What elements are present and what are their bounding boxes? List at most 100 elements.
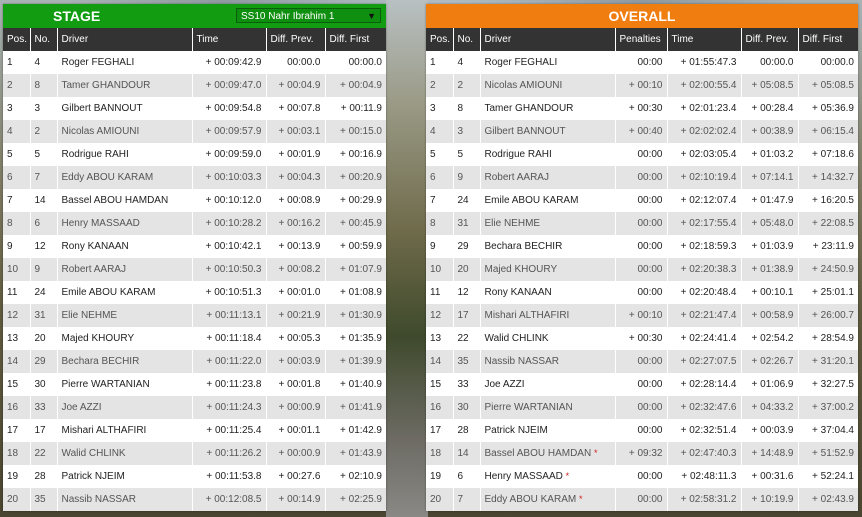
driver-name-cell: Robert AARAJ	[57, 258, 193, 281]
time-cell: + 02:32:47.6	[667, 396, 742, 419]
position-cell: 13	[3, 327, 31, 350]
table-row: 3 8 Tamer GHANDOUR + 00:30 + 02:01:23.4 + 00:…	[426, 97, 858, 120]
time-cell: + 02:02:02.4	[667, 120, 742, 143]
col-pos[interactable]: Pos.	[426, 28, 454, 51]
penalties-cell: + 00:10	[615, 74, 668, 97]
penalties-cell: + 00:30	[615, 327, 668, 350]
diff-first-cell: + 37:00.2	[798, 396, 858, 419]
diff-first-cell: + 01:08.9	[325, 281, 386, 304]
table-row: 12 17 Mishari ALTHAFIRI + 00:10 + 02:21:47.4…	[426, 304, 858, 327]
position-cell: 8	[426, 212, 454, 235]
position-cell: 11	[426, 281, 454, 304]
diff-first-cell: + 05:08.5	[798, 74, 858, 97]
diff-prev-cell: + 00:04.9	[266, 74, 326, 97]
diff-prev-cell: + 00:01.8	[266, 373, 326, 396]
driver-name: Eddy ABOU KARAM	[484, 494, 577, 505]
col-no[interactable]: No.	[453, 28, 481, 51]
driver-name: Robert AARAJ	[484, 172, 549, 183]
diff-prev-cell: + 00:21.9	[266, 304, 326, 327]
time-cell: + 00:10:42.1	[192, 235, 267, 258]
stage-header: STAGE SS10 Nahr Ibrahim 1 ▼	[3, 4, 386, 28]
diff-first-cell: + 23:11.9	[798, 235, 858, 258]
col-penalties[interactable]: Penalties	[615, 28, 668, 51]
penalties-cell: + 00:40	[615, 120, 668, 143]
driver-cell: Elie NEHME	[480, 212, 616, 235]
diff-prev-cell: + 00:38.9	[741, 120, 799, 143]
table-row: 15 30 Pierre WARTANIAN + 00:11:23.8 + 00:01.…	[3, 373, 386, 396]
driver-name-cell: Nicolas AMIOUNI	[57, 120, 193, 143]
table-row: 5 5 Rodrigue RAHI 00:00 + 02:03:05.4 + 01:03.…	[426, 143, 858, 166]
time-cell: + 02:12:07.4	[667, 189, 742, 212]
diff-prev-cell: + 00:00.9	[266, 442, 326, 465]
diff-prev-cell: + 00:08.2	[266, 258, 326, 281]
penalties-cell: + 00:10	[615, 304, 668, 327]
driver-name-cell: Walid CHLINK	[57, 442, 193, 465]
driver-cell: Rodrigue RAHI	[480, 143, 616, 166]
driver-name: Henry MASSAAD	[484, 471, 563, 482]
overall-results-table: Pos. No. Driver Penalties Time Diff. Pre…	[426, 28, 858, 511]
diff-prev-cell: + 05:08.5	[741, 74, 799, 97]
diff-first-cell: + 24:50.9	[798, 258, 858, 281]
table-row: 7 24 Emile ABOU KARAM 00:00 + 02:12:07.4 + 01…	[426, 189, 858, 212]
diff-first-cell: + 01:35.9	[325, 327, 386, 350]
driver-name: Nassib NASSAR	[484, 356, 559, 367]
position-cell: 18	[426, 442, 454, 465]
diff-prev-cell: + 10:19.9	[741, 488, 799, 511]
col-driver[interactable]: Driver	[480, 28, 616, 51]
penalties-cell: + 00:30	[615, 97, 668, 120]
table-row: 17 28 Patrick NJEIM 00:00 + 02:32:51.4 + 00:0…	[426, 419, 858, 442]
col-diff-first[interactable]: Diff. First	[798, 28, 858, 51]
position-cell: 7	[3, 189, 31, 212]
diff-first-cell: + 01:30.9	[325, 304, 386, 327]
time-cell: + 00:11:25.4	[192, 419, 267, 442]
table-row: 16 33 Joe AZZI + 00:11:24.3 + 00:00.9 + 01:41…	[3, 396, 386, 419]
diff-first-cell: + 02:25.9	[325, 488, 386, 511]
col-pos[interactable]: Pos.	[3, 28, 31, 51]
col-diff-prev[interactable]: Diff. Prev.	[741, 28, 799, 51]
col-no[interactable]: No.	[30, 28, 58, 51]
stage-select-dropdown[interactable]: SS10 Nahr Ibrahim 1 ▼	[236, 8, 381, 23]
driver-cell: Tamer GHANDOUR	[480, 97, 616, 120]
penalties-cell: + 09:32	[615, 442, 668, 465]
col-diff-first[interactable]: Diff. First	[325, 28, 386, 51]
driver-name: Pierre WARTANIAN	[484, 402, 573, 413]
col-time[interactable]: Time	[192, 28, 267, 51]
overall-table-header: Pos. No. Driver Penalties Time Diff. Pre…	[426, 28, 858, 51]
time-cell: + 02:01:23.4	[667, 97, 742, 120]
car-number-cell: 2	[30, 120, 58, 143]
position-cell: 20	[426, 488, 454, 511]
diff-first-cell: 00:00.0	[798, 51, 858, 74]
table-row: 10 20 Majed KHOURY 00:00 + 02:20:38.3 + 01:38…	[426, 258, 858, 281]
driver-name-cell: Rodrigue RAHI	[57, 143, 193, 166]
position-cell: 5	[426, 143, 454, 166]
driver-cell: Robert AARAJ	[480, 166, 616, 189]
chevron-down-icon: ▼	[367, 11, 376, 21]
time-cell: + 02:21:47.4	[667, 304, 742, 327]
col-time[interactable]: Time	[667, 28, 742, 51]
penalty-star-icon: *	[565, 471, 570, 481]
driver-name-cell: Eddy ABOU KARAM	[57, 166, 193, 189]
time-cell: + 00:09:54.8	[192, 97, 267, 120]
table-row: 11 12 Rony KANAAN 00:00 + 02:20:48.4 + 00:10.…	[426, 281, 858, 304]
col-driver[interactable]: Driver	[57, 28, 193, 51]
car-number-cell: 30	[30, 373, 58, 396]
table-row: 6 9 Robert AARAJ 00:00 + 02:10:19.4 + 07:14.1…	[426, 166, 858, 189]
car-number-cell: 7	[453, 488, 481, 511]
time-cell: + 02:20:38.3	[667, 258, 742, 281]
col-diff-prev[interactable]: Diff. Prev.	[266, 28, 326, 51]
diff-first-cell: + 14:32.7	[798, 166, 858, 189]
table-row: 8 6 Henry MASSAAD + 00:10:28.2 + 00:16.2 + 00…	[3, 212, 386, 235]
time-cell: + 02:18:59.3	[667, 235, 742, 258]
diff-first-cell: + 01:43.9	[325, 442, 386, 465]
table-row: 1 4 Roger FEGHALI 00:00 + 01:55:47.3 00:00.0 0…	[426, 51, 858, 74]
car-number-cell: 24	[453, 189, 481, 212]
car-number-cell: 20	[453, 258, 481, 281]
driver-cell: Henry MASSAAD *	[480, 465, 616, 488]
position-cell: 15	[426, 373, 454, 396]
diff-prev-cell: 00:00.0	[741, 51, 799, 74]
car-number-cell: 24	[30, 281, 58, 304]
table-row: 20 7 Eddy ABOU KARAM * 00:00 + 02:58:31.2 + 1…	[426, 488, 858, 511]
diff-prev-cell: + 00:14.9	[266, 488, 326, 511]
diff-prev-cell: + 00:00.9	[266, 396, 326, 419]
time-cell: + 02:03:05.4	[667, 143, 742, 166]
